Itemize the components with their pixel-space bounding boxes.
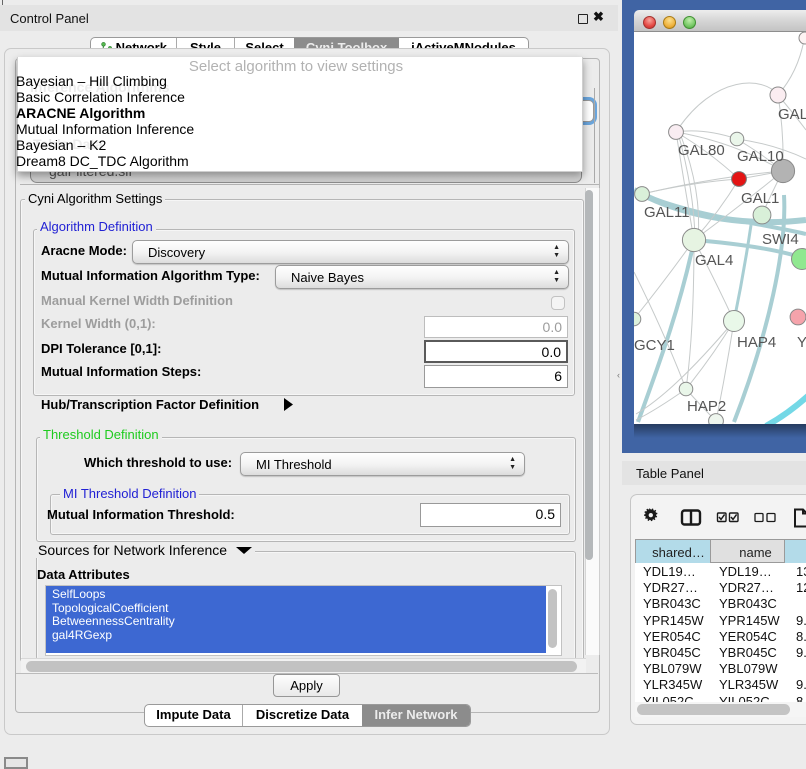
svg-text:HAP2: HAP2 [687, 398, 726, 415]
svg-text:GAL4: GAL4 [695, 252, 733, 269]
svg-text:GAL11: GAL11 [644, 204, 690, 221]
svg-text:SWI4: SWI4 [762, 231, 799, 248]
svg-text:GAL1: GAL1 [741, 190, 779, 207]
svg-text:GCY1: GCY1 [634, 337, 675, 354]
svg-text:Y: Y [797, 334, 806, 351]
svg-text:HAP4: HAP4 [737, 334, 776, 351]
svg-text:GAL10: GAL10 [737, 148, 784, 165]
svg-text:GAL: GAL [778, 106, 806, 123]
svg-text:GAL80: GAL80 [678, 142, 725, 159]
